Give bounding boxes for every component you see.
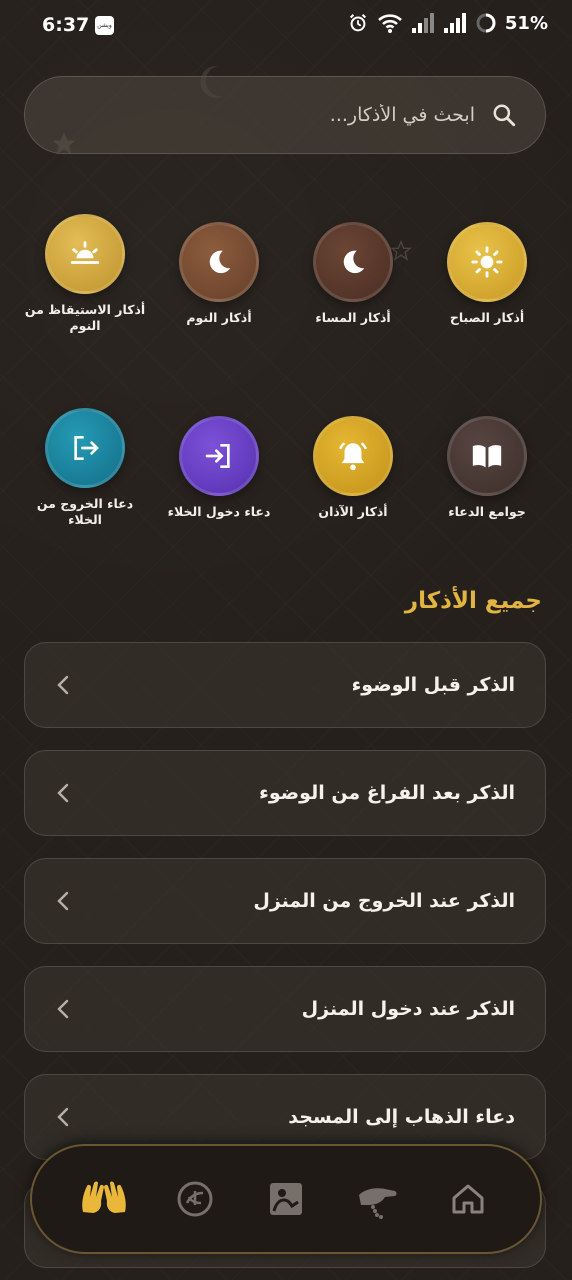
category-circle [447,416,527,496]
category-circle [313,416,393,496]
chevron-left-icon [57,999,69,1019]
category-adhan[interactable]: أذكار الآذان [288,416,418,520]
category-label: جوامع الدعاء [448,504,526,519]
category-circle [45,408,125,488]
chevron-left-icon [57,783,69,803]
status-time: 6:37 [42,14,90,36]
category-waking-up[interactable]: أذكار الاستيقاظ من النوم [20,214,150,334]
list-item[interactable]: الذكر عند الخروج من المنزل [24,858,546,944]
search-icon [493,104,516,127]
category-entering-toilet[interactable]: دعاء دخول الخلاء [154,416,284,520]
enter-icon [205,444,230,468]
category-sleep[interactable]: أذكار النوم [154,222,284,326]
battery-ring-icon [476,13,496,33]
section-title: جميع الأذكار [404,588,542,614]
category-circle [447,222,527,302]
sun-icon [471,246,503,278]
category-label: أذكار الاستيقاظ من النوم [24,302,146,333]
chevron-left-icon [57,1107,69,1127]
reading-icon [269,1183,302,1215]
chevron-left-icon [57,675,69,695]
app-badge: ويشن [95,16,114,35]
exit-icon [74,436,99,460]
status-bar: 6:37 ويشن 51% [0,0,572,52]
prayer-beads-hand-icon [359,1188,397,1219]
bell-icon [339,442,367,471]
list-item-title: الذكر قبل الوضوء [351,674,515,696]
nav-quran[interactable] [165,1169,225,1229]
list-item-title: دعاء الذهاب إلى المسجد [288,1106,515,1128]
category-evening[interactable]: أذكار المساء [288,222,418,326]
signal-icon-1 [411,13,434,33]
nav-home[interactable] [438,1169,498,1229]
list-item-title: الذكر عند دخول المنزل [301,998,515,1020]
category-circle [179,222,259,302]
list-item-title: الذكر عند الخروج من المنزل [253,890,515,912]
battery-level: 51% [504,12,548,34]
chevron-left-icon [57,891,69,911]
search-bar[interactable] [24,76,546,154]
quran-icon [177,1181,213,1217]
category-leaving-toilet[interactable]: دعاء الخروج من الخلاء [20,408,150,528]
status-icons: 51% [347,12,548,34]
list-item[interactable]: الذكر بعد الفراغ من الوضوء [24,750,546,836]
category-circle [179,416,259,496]
category-label: أذكار الصباح [449,310,525,325]
wifi-icon [378,14,402,33]
open-book-icon [472,445,502,468]
category-label: أذكار النوم [186,310,252,325]
category-label: أذكار المساء [315,310,391,325]
sunrise-icon [70,241,100,264]
list-item[interactable]: الذكر عند دخول المنزل [24,966,546,1052]
category-circle [45,214,125,294]
category-comprehensive-dua[interactable]: جوامع الدعاء [422,416,552,520]
category-label: أذكار الآذان [318,504,388,519]
category-label: دعاء الخروج من الخلاء [36,496,134,527]
category-label: دعاء دخول الخلاء [167,504,271,519]
nav-adhkar[interactable] [74,1169,134,1229]
moon-icon [209,250,231,274]
bottom-navigation [30,1144,542,1254]
list-item-title: الذكر بعد الفراغ من الوضوء [259,782,515,804]
nav-tasbeeh[interactable] [347,1169,407,1229]
category-morning[interactable]: أذكار الصباح [422,222,552,326]
home-icon [452,1184,484,1214]
moon-icon [343,250,365,274]
praying-hands-icon [81,1181,126,1213]
alarm-icon [349,14,366,32]
signal-icon-2 [443,13,466,33]
category-circle [313,222,393,302]
search-input[interactable] [73,103,477,127]
list-item[interactable]: الذكر قبل الوضوء [24,642,546,728]
nav-reading[interactable] [256,1169,316,1229]
